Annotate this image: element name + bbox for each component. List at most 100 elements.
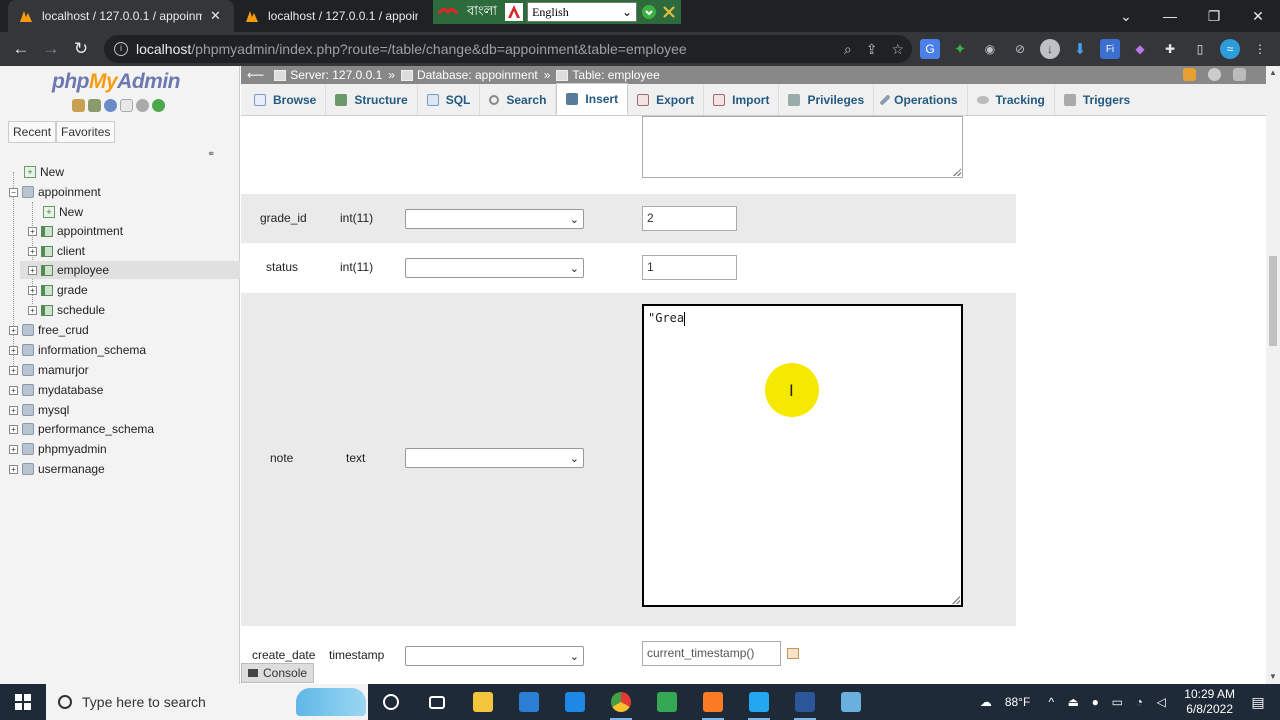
function-select[interactable]: ⌄ — [405, 448, 584, 468]
tab-triggers[interactable]: Triggers — [1055, 85, 1139, 115]
microphone-icon[interactable]: ● — [1087, 695, 1103, 709]
tree-item-mydatabase[interactable]: + mydatabase — [9, 381, 103, 399]
scroll-down-icon[interactable]: ▼ — [1269, 672, 1277, 681]
collapse-nav-icon[interactable]: ⟵ — [247, 68, 264, 82]
tree-item-schedule[interactable]: + schedule — [28, 301, 105, 319]
home-icon[interactable] — [72, 99, 85, 112]
expand-icon[interactable]: + — [28, 265, 37, 275]
back-icon[interactable]: ← — [6, 34, 36, 64]
logout-icon[interactable] — [88, 99, 101, 112]
browser-tab-2[interactable]: localhost / 127.0.0.1 / appoinmen — [234, 0, 432, 32]
fi-extension-icon[interactable]: Fi — [1100, 39, 1120, 59]
translate-icon[interactable]: G — [920, 39, 940, 59]
tree-item-appoinment[interactable]: − appoinment — [9, 183, 101, 201]
expand-icon[interactable]: + — [9, 325, 18, 335]
tree-item-performance-schema[interactable]: + performance_schema — [9, 420, 154, 438]
previous-text-value[interactable] — [642, 116, 963, 178]
tab-search[interactable]: Search — [480, 85, 557, 115]
lock-icon[interactable] — [1183, 68, 1196, 81]
bookmark-star-icon[interactable]: ☆ — [891, 41, 904, 58]
store-icon[interactable] — [506, 684, 552, 720]
xampp-icon[interactable] — [690, 684, 736, 720]
photo-app-icon[interactable] — [644, 684, 690, 720]
temperature[interactable]: 88°F — [1005, 695, 1030, 709]
docs-icon[interactable] — [120, 99, 133, 112]
volume-icon[interactable]: ◁ — [1153, 695, 1169, 709]
function-select[interactable]: ⌄ — [405, 646, 584, 666]
notifications-icon[interactable]: ▤ — [1250, 694, 1266, 710]
expand-icon[interactable]: + — [28, 246, 37, 256]
collapse-icon[interactable]: − — [9, 187, 18, 197]
expand-icon[interactable]: + — [9, 424, 18, 434]
tree-item-mysql[interactable]: + mysql — [9, 401, 69, 419]
start-button[interactable] — [0, 684, 46, 720]
tab-import[interactable]: Import — [704, 85, 780, 115]
tab-favorites[interactable]: Favorites — [56, 121, 116, 143]
usb-icon[interactable]: ⏏ — [1065, 695, 1081, 709]
display-icon[interactable]: ▭ — [1109, 695, 1125, 709]
info-icon[interactable]: i — [114, 42, 128, 56]
breadcrumb-table[interactable]: Table: employee — [572, 68, 659, 82]
zoom-search-icon[interactable]: ⌕ — [844, 41, 852, 58]
tab-export[interactable]: Export — [628, 85, 705, 115]
expand-icon[interactable]: + — [9, 345, 18, 355]
breadcrumb-database[interactable]: Database: appoinment — [417, 68, 538, 82]
tree-item-usermanage[interactable]: + usermanage — [9, 460, 105, 478]
tools-icon[interactable] — [661, 4, 677, 20]
side-panel-icon[interactable]: ▯ — [1190, 39, 1210, 59]
weather-cloud-icon[interactable]: ☁ — [976, 695, 996, 709]
help-icon[interactable] — [104, 99, 117, 112]
download-manager-icon[interactable]: ↓ — [1040, 39, 1060, 59]
file-explorer-icon[interactable] — [460, 684, 506, 720]
cortana-icon[interactable] — [368, 684, 414, 720]
close-tab-icon[interactable]: ✕ — [210, 8, 221, 24]
link-with-main-panel-icon[interactable]: ⚭ — [207, 149, 215, 160]
expand-icon[interactable]: + — [28, 305, 37, 315]
value-input[interactable]: 2 — [642, 206, 737, 231]
tree-item-employee[interactable]: + employee — [20, 261, 240, 279]
expand-icon[interactable]: + — [28, 285, 37, 295]
tab-recent[interactable]: Recent — [8, 121, 57, 143]
function-select[interactable]: ⌄ — [405, 258, 584, 278]
settings-gear-icon[interactable] — [1208, 68, 1221, 81]
phpmyadmin-logo[interactable]: phpMyAdmin — [52, 70, 180, 94]
tab-privileges[interactable]: Privileges — [779, 85, 875, 115]
reload-nav-icon[interactable] — [152, 99, 165, 112]
restore-icon[interactable]: ❐ — [1192, 0, 1236, 32]
page-scrollbar[interactable]: ▲ ▼ — [1266, 66, 1280, 685]
tree-item-grade[interactable]: + grade — [28, 281, 88, 299]
compass-icon[interactable]: ⊘ — [1010, 39, 1030, 59]
network-icon[interactable]: ◔ — [1131, 695, 1147, 709]
tree-item-information-schema[interactable]: + information_schema — [9, 341, 146, 359]
calendar-icon[interactable] — [787, 648, 799, 659]
grammar-extension-icon[interactable]: ✦ — [950, 39, 970, 59]
tree-item-free-crud[interactable]: + free_crud — [9, 321, 89, 339]
vscode-icon[interactable] — [736, 684, 782, 720]
tree-item-new[interactable]: + New — [24, 163, 64, 181]
tab-operations[interactable]: Operations — [874, 85, 968, 115]
note-textarea[interactable]: "Grea — [642, 304, 963, 607]
value-input[interactable]: current_timestamp() — [642, 641, 781, 666]
scrollbar-thumb[interactable] — [1269, 256, 1277, 346]
taskbar-search[interactable]: Type here to search — [46, 684, 368, 720]
extensions-puzzle-icon[interactable]: ✚ — [1160, 39, 1180, 59]
download-circle-icon[interactable] — [641, 4, 657, 20]
mail-icon[interactable] — [552, 684, 598, 720]
tab-structure[interactable]: Structure — [326, 85, 418, 115]
expand-icon[interactable]: + — [9, 365, 18, 375]
reload-icon[interactable]: ↻ — [66, 34, 96, 64]
collapse-icon[interactable] — [1233, 68, 1246, 81]
close-window-icon[interactable]: ✕ — [1236, 0, 1280, 32]
resize-handle-icon[interactable] — [952, 596, 960, 604]
chrome-icon[interactable] — [598, 684, 644, 720]
expand-icon[interactable]: + — [9, 444, 18, 454]
expand-icon[interactable]: + — [9, 385, 18, 395]
console-button[interactable]: Console — [241, 663, 315, 683]
resize-handle-icon[interactable] — [953, 168, 961, 176]
share-icon[interactable]: ⇪ — [866, 41, 878, 58]
clock[interactable]: 10:29 AM 6/8/2022 — [1184, 687, 1235, 717]
menu-kebab-icon[interactable]: ⋮ — [1250, 39, 1270, 59]
settings-gear-icon[interactable] — [136, 99, 149, 112]
expand-icon[interactable]: + — [28, 226, 37, 236]
app-icon[interactable] — [828, 684, 874, 720]
